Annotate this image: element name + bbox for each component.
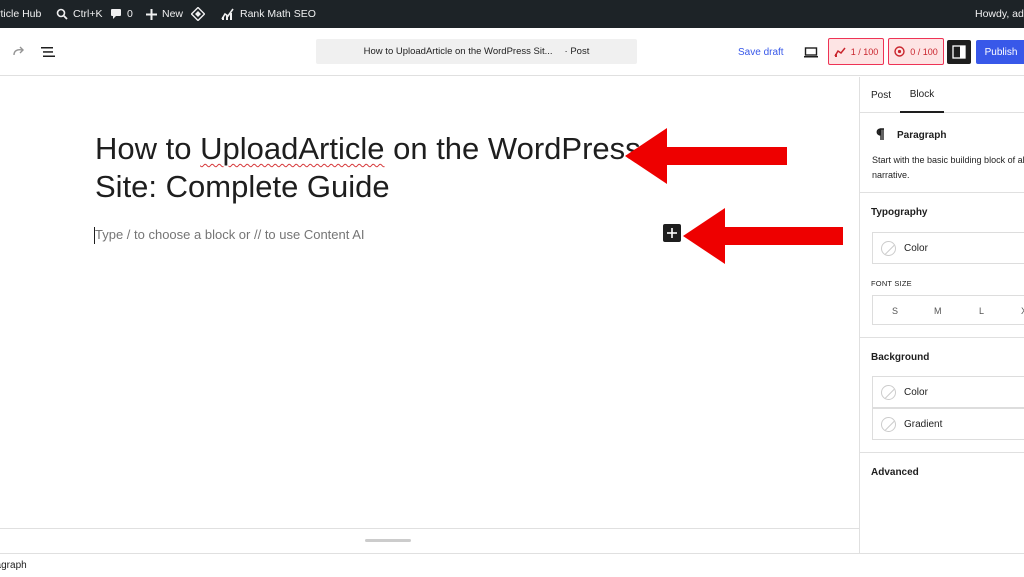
rank-math-chart-icon: [221, 8, 234, 20]
content-ai-score-button[interactable]: 0 / 100: [888, 38, 944, 65]
document-type: · Post: [564, 46, 590, 57]
background-gradient-button[interactable]: Gradient: [872, 408, 1024, 440]
sidebar-toggle-icon: [952, 45, 966, 59]
gradient-swatch-icon: [881, 416, 896, 432]
canvas-resize-handle[interactable]: [365, 539, 411, 542]
content-ai-score-value: 0 / 100: [910, 46, 938, 57]
rank-math-label: Rank Math SEO: [240, 8, 316, 20]
editor-header: How to UploadArticle on the WordPress Si…: [0, 28, 1024, 76]
document-title: How to UploadArticle on the WordPress Si…: [363, 46, 553, 57]
block-breadcrumb[interactable]: Paragraph: [0, 554, 27, 577]
typography-color-label: Color: [904, 242, 928, 254]
seo-score-button[interactable]: 1 / 100: [828, 38, 884, 65]
typography-panel-title[interactable]: Typography: [871, 207, 927, 218]
document-overview-button[interactable]: [39, 28, 57, 76]
font-size-medium-label: M: [934, 306, 942, 316]
comments-link[interactable]: 0: [110, 0, 133, 28]
editor-footer: Paragraph: [0, 553, 1024, 576]
font-size-large[interactable]: L: [979, 296, 984, 326]
admin-bar: Article Hub Ctrl+K 0 New Rank Math SEO H…: [0, 0, 1024, 28]
tab-post[interactable]: Post: [871, 77, 891, 113]
sidebar-tabs: Post Block: [860, 77, 1024, 113]
site-name-link[interactable]: Article Hub: [0, 0, 41, 28]
howdy-label: Howdy, admin: [975, 8, 1024, 20]
background-panel-title[interactable]: Background: [871, 352, 929, 363]
tab-block-label: Block: [909, 88, 935, 100]
post-title-part1: How to: [95, 131, 201, 166]
rank-math-diamond-link[interactable]: [191, 0, 205, 28]
new-label: New: [162, 8, 184, 20]
paragraph-icon: [876, 128, 884, 140]
publish-button[interactable]: Publish: [976, 40, 1024, 64]
preview-button[interactable]: [801, 28, 821, 76]
advanced-panel-title[interactable]: Advanced: [871, 467, 919, 478]
save-draft-button[interactable]: Save draft: [738, 28, 784, 76]
font-size-small[interactable]: S: [892, 296, 898, 326]
background-gradient-label: Gradient: [904, 418, 943, 430]
typography-color-button[interactable]: Color: [872, 232, 1024, 264]
paragraph-placeholder[interactable]: Type / to choose a block or // to use Co…: [95, 227, 365, 242]
rank-math-seo-link[interactable]: Rank Math SEO: [221, 0, 316, 28]
settings-sidebar: Post Block Paragraph Start with the basi…: [860, 77, 1024, 553]
block-name: Paragraph: [897, 130, 947, 141]
separator: [860, 337, 1024, 338]
rank-math-diamond-icon: [191, 7, 205, 21]
breadcrumb-label: Paragraph: [0, 560, 27, 571]
editor-canvas: How to UploadArticle on the WordPress Si…: [0, 77, 859, 528]
separator: [860, 192, 1024, 193]
color-swatch-icon: [881, 384, 896, 400]
command-palette-link[interactable]: Ctrl+K: [56, 0, 102, 28]
publish-label: Publish: [984, 46, 1018, 58]
settings-sidebar-toggle[interactable]: [947, 40, 971, 64]
font-size-label: FONT SIZE: [871, 279, 912, 288]
add-block-icon: [667, 228, 677, 238]
canvas-bottom-border: [0, 528, 859, 529]
search-shortcut-label: Ctrl+K: [73, 8, 103, 20]
comment-icon: [111, 9, 121, 19]
save-draft-label: Save draft: [738, 46, 784, 58]
search-icon: [56, 8, 68, 20]
list-view-icon: [41, 47, 55, 57]
post-title-misspelled: UploadArticle: [200, 131, 385, 166]
redo-icon: [13, 46, 24, 56]
separator: [860, 452, 1024, 453]
seo-score-value: 1 / 100: [850, 46, 879, 57]
new-content-link[interactable]: New: [146, 0, 183, 28]
seo-score-icon: [834, 47, 846, 57]
redo-button[interactable]: [10, 28, 28, 76]
site-name-label: Article Hub: [0, 8, 42, 20]
tab-post-label: Post: [871, 89, 892, 101]
add-block-annotation-arrow: [683, 208, 843, 264]
tab-block[interactable]: Block: [900, 77, 944, 113]
background-color-label: Color: [904, 386, 928, 398]
font-size-picker: S M L XL: [872, 295, 1024, 325]
comments-count: 0: [127, 8, 133, 20]
font-size-medium[interactable]: M: [934, 296, 942, 326]
block-description-line2: narrative.: [872, 170, 910, 180]
title-annotation-arrow: [625, 128, 787, 184]
plus-icon: [146, 8, 157, 20]
post-title[interactable]: How to UploadArticle on the WordPress Si…: [95, 130, 655, 206]
add-block-button[interactable]: [663, 224, 681, 242]
document-title-bar[interactable]: How to UploadArticle on the WordPress Si…: [316, 39, 637, 64]
block-description: Start with the basic building block of a…: [872, 153, 1024, 183]
desktop-preview-icon: [804, 46, 818, 57]
background-color-button[interactable]: Color: [872, 376, 1024, 408]
color-swatch-icon: [881, 240, 896, 256]
account-menu[interactable]: Howdy, admin: [975, 0, 1024, 28]
block-description-line1: Start with the basic building block of a…: [872, 155, 1024, 165]
content-ai-icon: [894, 46, 905, 57]
font-size-large-label: L: [979, 306, 985, 316]
font-size-small-label: S: [892, 306, 899, 316]
